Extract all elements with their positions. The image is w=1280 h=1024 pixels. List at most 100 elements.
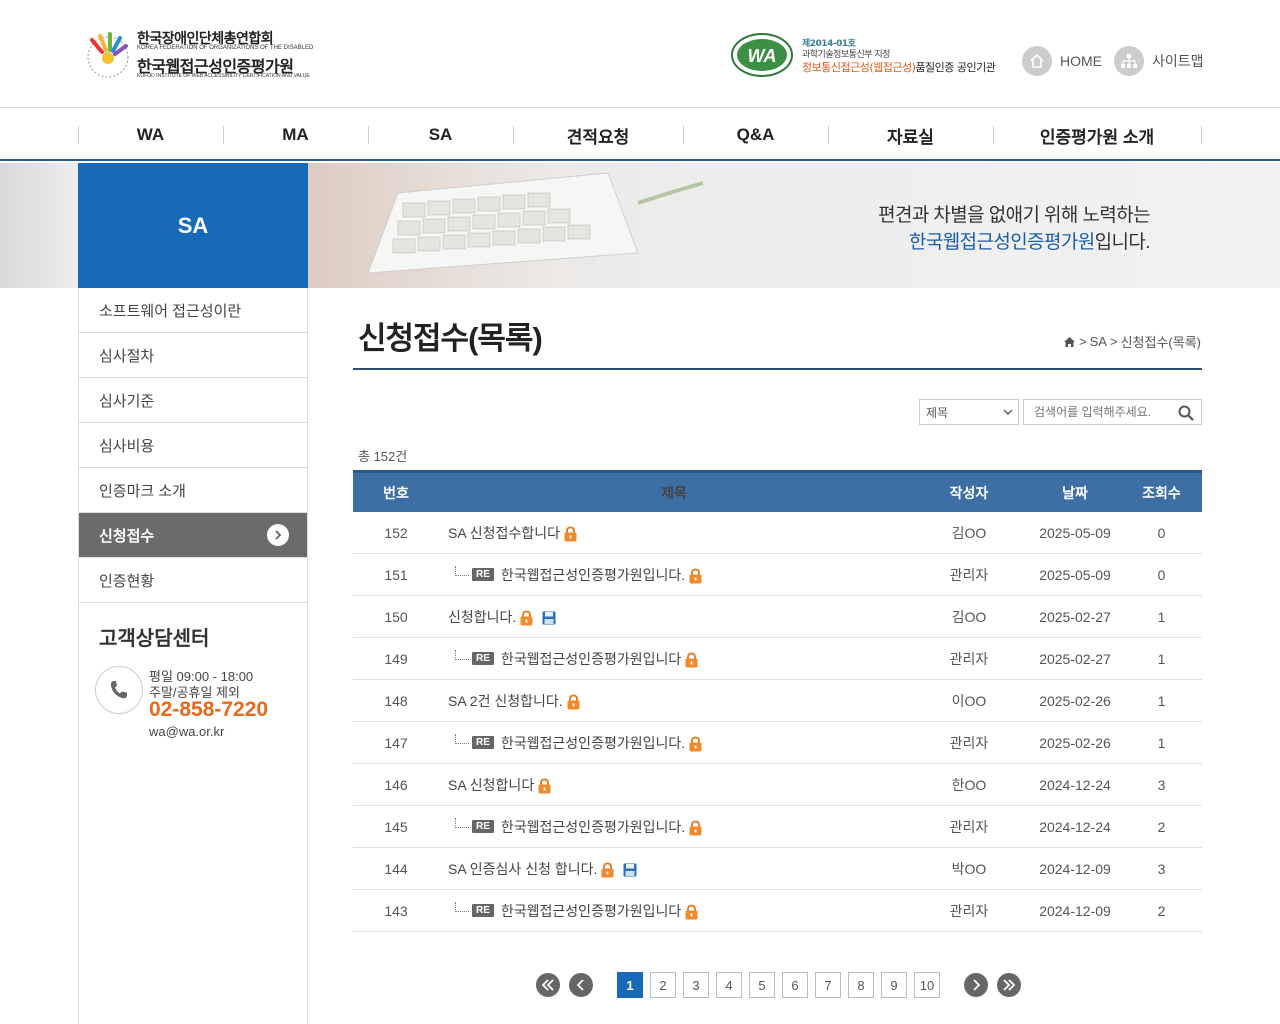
table-row[interactable]: 150 신청합니다. 김OO 2025-02-27 1 [353,596,1202,638]
gnb-item-sa[interactable]: SA [368,109,513,161]
post-author: 관리자 [949,818,989,835]
prev-page-button[interactable] [569,973,593,997]
post-title-link[interactable]: 신청합니다. [448,607,516,627]
page-number-button[interactable]: 8 [848,972,874,998]
sitemap-label: 사이트맵 [1152,53,1204,69]
lnb-item-sw-accessibility[interactable]: 소프트웨어 접근성이란 [79,288,307,333]
gnb-item-wa[interactable]: WA [78,109,223,161]
gnb-divider [1201,126,1202,144]
wa-badge-description: 정보통신접근성(웹접근성)품질인증 공인기관 [802,61,996,74]
post-number: 151 [384,566,408,583]
page-number-button[interactable]: 9 [881,972,907,998]
table-row[interactable]: 145 RE 한국웹접근성인증평가원입니다. 관리자 2024-12-24 2 [353,806,1202,848]
page-number-button[interactable]: 7 [815,972,841,998]
search-field-select[interactable]: 제목 [919,399,1019,425]
post-author: 관리자 [949,902,989,919]
lnb-item-procedure[interactable]: 심사절차 [79,333,307,378]
post-title-cell: RE 한국웹접근성인증평가원입니다. [439,817,909,837]
table-row[interactable]: 143 RE 한국웹접근성인증평가원입니다 관리자 2024-12-09 2 [353,890,1202,932]
column-header: 작성자 [949,484,989,501]
breadcrumb-item[interactable]: SA [1090,334,1107,349]
post-number: 149 [384,650,408,667]
page-number-button[interactable]: 3 [683,972,709,998]
page-number-button[interactable]: 5 [749,972,775,998]
post-number: 150 [384,608,408,625]
post-title-link[interactable]: 한국웹접근성인증평가원입니다. [501,733,685,753]
breadcrumb-separator: > [1079,334,1087,349]
search-icon[interactable] [1177,404,1195,422]
sitemap-link[interactable]: 사이트맵 [1114,46,1204,76]
post-title-link[interactable]: 한국웹접근성인증평가원입니다 [501,649,681,669]
site-logo[interactable]: 한국장애인단체총연합회 KOREA FEDERATION OF ORGANIZA… [82,28,313,82]
table-header: 번호 제목 작성자 날짜 조회수 [353,470,1202,512]
gnb-item-qna[interactable]: Q&A [683,109,828,161]
last-page-button[interactable] [997,973,1021,997]
logo-emblem-icon [87,32,129,78]
search-field-select-value: 제목 [926,405,949,420]
breadcrumb-separator: > [1109,334,1118,349]
post-author: 관리자 [949,650,989,667]
column-header: 날짜 [1062,484,1088,501]
reply-indent-icon [455,901,469,912]
lnb-item-application[interactable]: 신청접수 [79,513,307,558]
total-count: 총 152건 [358,449,408,464]
table-row[interactable]: 144 SA 인증심사 신청 합니다. 박OO 2024-12-09 3 [353,848,1202,890]
page-number-button[interactable]: 1 [617,972,643,998]
post-title-cell: RE 한국웹접근성인증평가원입니다 [439,649,909,669]
gnb-item-quote[interactable]: 견적요청 [513,109,683,161]
post-title-link[interactable]: 한국웹접근성인증평가원입니다 [501,901,681,921]
pagination: 1 2 3 4 5 6 7 8 9 10 [536,972,1030,998]
post-views: 3 [1157,776,1166,793]
main-navigation: WA MA SA 견적요청 Q&A 자료실 인증평가원 소개 [0,109,1280,161]
breadcrumb: > SA > 신청접수(목록) [1063,332,1201,351]
table-row[interactable]: 151 RE 한국웹접근성인증평가원입니다. 관리자 2025-05-09 0 [353,554,1202,596]
post-title-link[interactable]: SA 신청합니다 [448,775,534,795]
table-row[interactable]: 152 SA 신청접수합니다 김OO 2025-05-09 0 [353,512,1202,554]
post-views: 1 [1157,608,1166,625]
table-row[interactable]: 148 SA 2건 신청합니다. 이OO 2025-02-26 1 [353,680,1202,722]
post-number: 148 [384,692,408,709]
home-link[interactable]: HOME [1022,46,1102,76]
gnb-item-about[interactable]: 인증평가원 소개 [993,109,1201,161]
next-page-button[interactable] [964,973,988,997]
first-page-button[interactable] [536,973,560,997]
lock-icon [684,652,699,668]
column-header: 조회수 [1142,484,1181,501]
lnb-item-mark[interactable]: 인증마크 소개 [79,468,307,513]
post-title-link[interactable]: SA 2건 신청합니다. [448,691,563,711]
post-author: 관리자 [949,734,989,751]
post-title-link[interactable]: 한국웹접근성인증평가원입니다. [501,817,685,837]
post-number: 147 [384,734,408,751]
page-title: 신청접수(목록) [358,321,543,356]
re-badge: RE [472,820,494,833]
home-icon[interactable] [1063,336,1076,348]
page-number-button[interactable]: 4 [716,972,742,998]
lock-icon [688,820,703,836]
table-row[interactable]: 147 RE 한국웹접근성인증평가원입니다. 관리자 2025-02-26 1 [353,722,1202,764]
post-views: 0 [1157,566,1166,583]
post-title-cell: SA 2건 신청합니다. [439,691,909,711]
post-date: 2025-02-26 [1039,692,1111,709]
post-date: 2025-02-27 [1039,608,1111,625]
page-number-button[interactable]: 6 [782,972,808,998]
page-number-button[interactable]: 2 [650,972,676,998]
post-date: 2025-05-09 [1039,524,1111,541]
gnb-item-library[interactable]: 자료실 [828,109,993,161]
post-title-link[interactable]: SA 신청접수합니다 [448,523,560,543]
customer-center-email: wa@wa.or.kr [149,724,225,739]
post-title-cell: SA 인증심사 신청 합니다. [439,859,909,879]
post-author: 박OO [951,860,987,877]
lnb-item-criteria[interactable]: 심사기준 [79,378,307,423]
gnb-item-ma[interactable]: MA [223,109,368,161]
lnb-item-status[interactable]: 인증현황 [79,558,307,603]
table-row[interactable]: 149 RE 한국웹접근성인증평가원입니다 관리자 2025-02-27 1 [353,638,1202,680]
home-label: HOME [1060,53,1102,69]
search-input[interactable] [1024,400,1174,424]
table-row[interactable]: 146 SA 신청합니다 한OO 2024-12-24 3 [353,764,1202,806]
breadcrumb-item[interactable]: 신청접수(목록) [1121,332,1201,351]
post-title-link[interactable]: 한국웹접근성인증평가원입니다. [501,565,685,585]
post-title-link[interactable]: SA 인증심사 신청 합니다. [448,859,597,879]
page-number-button[interactable]: 10 [914,972,940,998]
post-date: 2024-12-09 [1039,902,1111,919]
lnb-item-cost[interactable]: 심사비용 [79,423,307,468]
